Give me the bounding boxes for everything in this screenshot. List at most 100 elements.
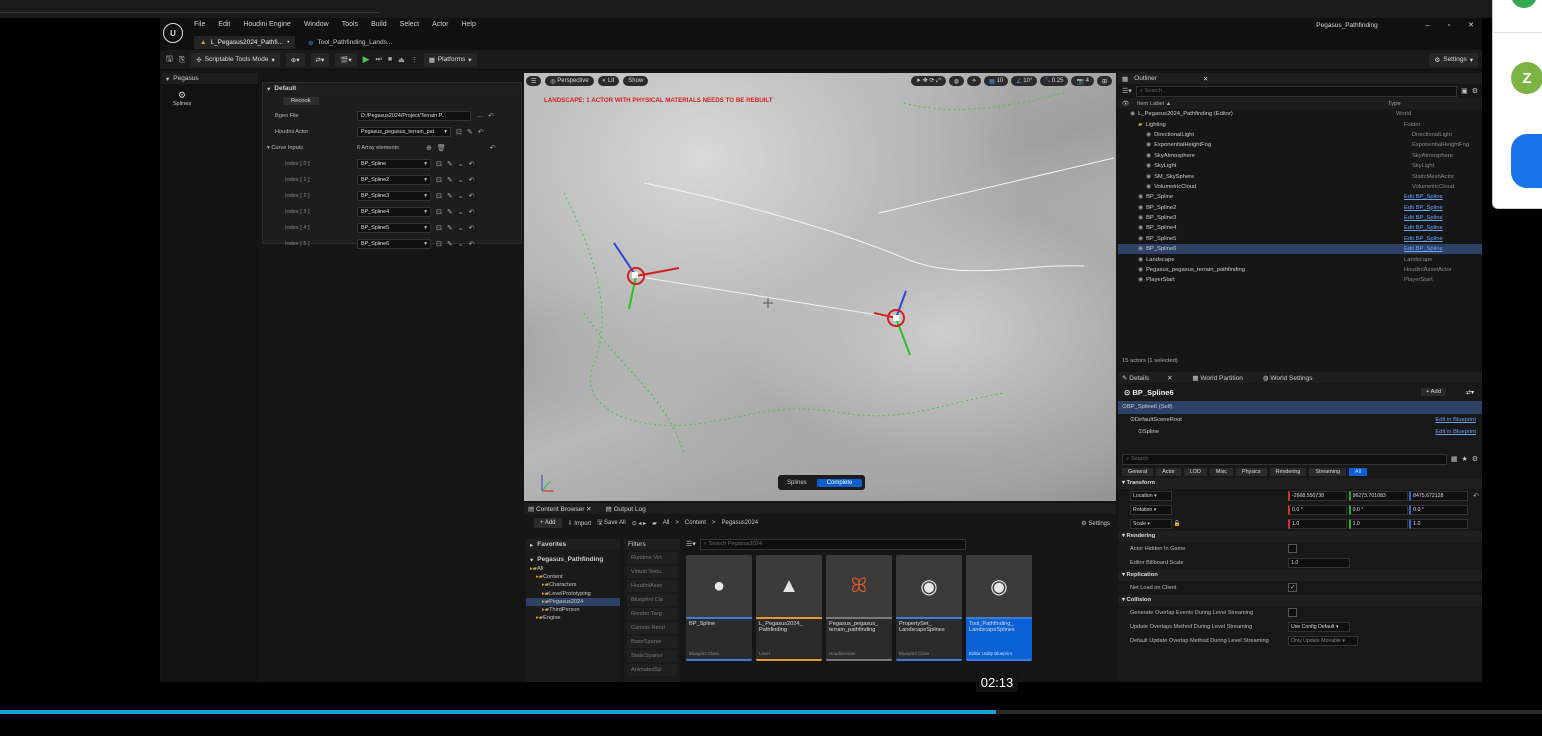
- reset-icon[interactable]: ↶: [469, 192, 475, 200]
- content-settings-button[interactable]: ⚙ Settings: [1081, 520, 1110, 527]
- location-y[interactable]: 96273.701083: [1348, 490, 1408, 501]
- save-all-button[interactable]: 🖫 Save All: [597, 518, 625, 528]
- bgeo-file-input[interactable]: D:/Pegasus2024/Project/Terrain P...: [357, 110, 471, 121]
- outliner-row[interactable]: ◉ SkyLight SkyLight: [1118, 161, 1482, 171]
- history-icons[interactable]: ⊙ ◂ ▸: [632, 520, 646, 527]
- add-button[interactable]: + Add: [534, 518, 562, 528]
- asset-tile[interactable]: ꕤ Pegasus_pegasus_ terrain_pathfinding Hou…: [826, 555, 892, 661]
- folder-item[interactable]: ▸▰ All: [526, 565, 620, 573]
- reset-icon[interactable]: ↶: [478, 128, 484, 136]
- spline-select[interactable]: BP_Spline4 ▾: [357, 206, 431, 217]
- filter-chip[interactable]: Canvas Rend: [627, 622, 677, 634]
- close-button[interactable]: ✕: [1468, 21, 1474, 29]
- complete-button[interactable]: Complete: [816, 478, 863, 487]
- filter-icon[interactable]: ☰▾: [1122, 87, 1132, 95]
- folder-item[interactable]: ▸▰ Engine: [526, 614, 620, 622]
- menu-item-houdini-engine[interactable]: Houdini Engine: [243, 21, 290, 28]
- close-icon[interactable]: ✕: [1203, 75, 1208, 83]
- location-z[interactable]: 8475.672128: [1409, 490, 1469, 501]
- camera-speed[interactable]: 📷 4: [1071, 76, 1094, 86]
- expand-icon[interactable]: ⌄: [458, 192, 464, 200]
- pick-icon[interactable]: ⊡: [456, 128, 462, 136]
- eyedropper-icon[interactable]: ✎: [447, 192, 453, 200]
- outliner-row[interactable]: ◉ Pegasus_pegasus_terrain_pathfinding Houd…: [1118, 265, 1482, 275]
- filter-chip[interactable]: BaseSparse: [627, 636, 677, 648]
- outliner-row[interactable]: ◉ L_Pegasus2024_Pathfinding (Editor) World: [1118, 109, 1482, 119]
- tab-world-partition[interactable]: ▦ World Partition: [1192, 374, 1242, 382]
- rotation-snap[interactable]: ∠ 10°: [1011, 76, 1038, 86]
- participant-avatar-z[interactable]: Z: [1511, 62, 1542, 94]
- edit-in-blueprint-link[interactable]: Edit in Blueprint: [1435, 417, 1476, 423]
- asset-tile[interactable]: ◉ Tool_Pathfinding_ LandscapeSplines Edito…: [966, 555, 1032, 661]
- import-button[interactable]: ⇩ Import: [568, 520, 592, 527]
- expand-icon[interactable]: ⌄: [458, 176, 464, 184]
- pick-icon[interactable]: ⊡: [436, 208, 442, 216]
- layout-icon[interactable]: ⊞: [1096, 76, 1112, 86]
- tab-level[interactable]: ▲ L_Pegasus2024_Pathfi... •: [194, 36, 296, 49]
- mode-select[interactable]: ✣ Scriptable Tools Mode ▾: [191, 52, 280, 67]
- gear-icon[interactable]: ⚙: [1472, 455, 1478, 463]
- asset-tile[interactable]: ◉ PropertySet_ LandscapeSplines Blueprint …: [896, 555, 962, 661]
- rendering-section[interactable]: ▾ Rendering: [1118, 530, 1482, 542]
- add-actor-button[interactable]: ⊕▾: [285, 52, 305, 67]
- pick-icon[interactable]: ⊡: [436, 176, 442, 184]
- gear-icon[interactable]: ⚙: [1472, 87, 1478, 95]
- pick-icon[interactable]: ⊡: [436, 224, 442, 232]
- filter-misc[interactable]: Misc: [1209, 467, 1233, 476]
- pick-icon[interactable]: ⊡: [436, 240, 442, 248]
- eyedropper-icon[interactable]: ✎: [467, 128, 473, 136]
- add-component-button[interactable]: + Add: [1421, 388, 1446, 396]
- outliner-tab[interactable]: ▦ Outliner ✕: [1118, 73, 1482, 84]
- folder-item[interactable]: ▸▰ LevelPrototyping: [526, 590, 620, 598]
- menu-item-select[interactable]: Select: [400, 21, 419, 28]
- project-header[interactable]: ▾ Pegasus_Pathfinding: [526, 554, 620, 565]
- menu-item-window[interactable]: Window: [304, 21, 329, 28]
- filter-general[interactable]: General: [1122, 467, 1154, 476]
- outliner-row[interactable]: ◉ BP_Spline4 Edit BP_Spline: [1118, 223, 1482, 233]
- filter-streaming[interactable]: Streaming: [1309, 467, 1346, 476]
- show-button[interactable]: Show: [623, 76, 649, 86]
- component-row[interactable]: ⊙ DefaultSceneRoot Edit in Blueprint: [1118, 414, 1482, 427]
- reset-icon[interactable]: ↶: [469, 160, 475, 168]
- outliner-row[interactable]: ◉ DirectionalLight DirectionalLight: [1118, 130, 1482, 140]
- eyedropper-icon[interactable]: ✎: [447, 160, 453, 168]
- menu-item-file[interactable]: File: [194, 21, 205, 28]
- filter-icon[interactable]: ☰▾: [686, 540, 696, 548]
- folder-item[interactable]: ▸▰ Content: [526, 573, 620, 581]
- outliner-search-input[interactable]: ⌕ Search...: [1135, 85, 1458, 97]
- maximize-button[interactable]: ▫: [1448, 22, 1450, 29]
- expand-icon[interactable]: ⌄: [458, 224, 464, 232]
- scale-select[interactable]: Scale ▾ 🔓: [1130, 518, 1288, 529]
- splines-mode-option[interactable]: Splines: [781, 480, 813, 486]
- filter-actor[interactable]: Actor: [1156, 467, 1181, 476]
- unreal-logo-icon[interactable]: U: [163, 23, 183, 43]
- houdini-actor-select[interactable]: Pegasus_pegasus_terrain_pat ▾: [357, 126, 451, 137]
- surface-snap-icon[interactable]: ⟡: [967, 76, 982, 86]
- add-folder-icon[interactable]: ▣: [1461, 87, 1468, 95]
- stop-icon[interactable]: ■: [388, 56, 392, 63]
- outliner-item-type[interactable]: Edit BP_Spline: [1404, 246, 1443, 252]
- breadcrumb-pegasus[interactable]: Pegasus2024: [721, 520, 758, 526]
- asset-tile[interactable]: ● BP_Spline Blueprint Class: [686, 555, 752, 661]
- lock-icon[interactable]: 🔓: [1174, 521, 1181, 527]
- asset-search-input[interactable]: ⌕ Search Pegasus2024: [699, 538, 966, 550]
- rotation-select[interactable]: Rotation ▾: [1130, 504, 1288, 515]
- filter-chip[interactable]: AnimatedSp: [627, 664, 677, 676]
- minimize-button[interactable]: –: [1426, 22, 1430, 29]
- play-icon[interactable]: ▶: [363, 54, 370, 65]
- reset-icon[interactable]: ↶: [488, 112, 494, 120]
- eyedropper-icon[interactable]: ✎: [447, 208, 453, 216]
- tab-world-settings[interactable]: ◍ World Settings: [1263, 374, 1313, 382]
- reset-icon[interactable]: ↶: [1473, 492, 1479, 500]
- eyedropper-icon[interactable]: ✎: [447, 176, 453, 184]
- reset-icon[interactable]: ↶: [490, 144, 496, 152]
- level-viewport[interactable]: ☰ ◎ Perspective ◐ Lit Show ➤ ✥ ⟳ ⤢ ◍ ⟡ ▦…: [524, 73, 1116, 501]
- reset-icon[interactable]: ↶: [469, 240, 475, 248]
- outliner-row[interactable]: ◉ ExponentialHeightFog ExponentialHeightFo…: [1118, 140, 1482, 150]
- rotation-z[interactable]: 0.0 °: [1409, 504, 1469, 515]
- filter-chip[interactable]: Render Targ: [627, 608, 677, 620]
- blueprint-options-icon[interactable]: ⇄▾: [1466, 389, 1474, 396]
- outliner-item-type[interactable]: Edit BP_Spline: [1404, 236, 1443, 242]
- outliner-row[interactable]: ◉ BP_Spline5 Edit BP_Spline: [1118, 234, 1482, 244]
- outliner-row[interactable]: ◉ VolumetricCloud VolumetricCloud: [1118, 182, 1482, 192]
